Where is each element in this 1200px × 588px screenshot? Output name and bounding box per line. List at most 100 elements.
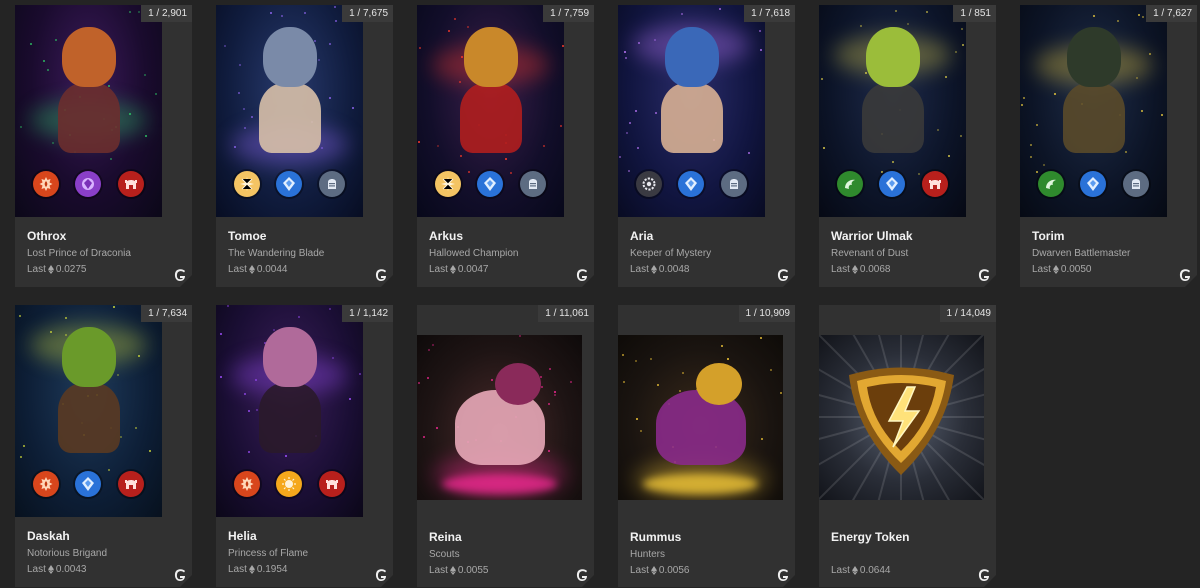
sparkle xyxy=(149,450,151,452)
sparkle xyxy=(519,335,521,337)
sparkle xyxy=(20,456,22,458)
sparkle xyxy=(19,315,21,317)
collectible-card[interactable]: 1 / 2,901 Othrox Lost Prince of Draconia La… xyxy=(15,5,192,287)
collectible-card[interactable]: 1 / 10,909 Rummus Hunters Last 0.0056 xyxy=(618,305,795,587)
card-subtitle: Notorious Brigand xyxy=(27,548,108,559)
last-price: 0.0068 xyxy=(859,264,891,275)
collectible-card[interactable]: 1 / 7,675 Tomoe The Wandering Blade Last 0.0… xyxy=(216,5,393,287)
last-price: 0.0048 xyxy=(658,264,690,275)
sparkle xyxy=(560,125,562,127)
sparkle xyxy=(948,155,950,157)
sparkle xyxy=(243,108,245,110)
character-head xyxy=(62,327,116,387)
card-name: Othrox xyxy=(27,229,67,243)
diamond-icon xyxy=(75,471,101,497)
diamond-icon xyxy=(1080,171,1106,197)
sparkle xyxy=(624,51,626,53)
last-sale: Last 0.1954 xyxy=(228,564,383,575)
collectible-card[interactable]: 1 / 14,049 Energy Token Last 0.0644 xyxy=(819,305,996,587)
last-price: 0.0275 xyxy=(55,264,87,275)
card-info: Warrior Ulmak Revenant of Dust Last 0.0068 xyxy=(831,229,986,275)
sparkle xyxy=(437,145,439,147)
sparkle xyxy=(314,40,316,42)
character-head xyxy=(1067,27,1121,87)
helmet-red-icon xyxy=(922,171,948,197)
sparkle xyxy=(329,97,331,99)
sparkle xyxy=(329,308,331,310)
sparkle xyxy=(248,410,250,412)
sparkle xyxy=(635,360,637,362)
collectible-card[interactable]: 1 / 7,618 Aria Keeper of Mystery Last 0.0048 xyxy=(618,5,795,287)
character-head xyxy=(866,27,920,87)
gods-unchained-logo-icon xyxy=(775,267,791,283)
collectible-card[interactable]: 1 / 11,061 Reina Scouts Last 0.0055 xyxy=(417,305,594,587)
last-label: Last xyxy=(630,264,649,275)
card-subtitle: The Wandering Blade xyxy=(228,248,325,259)
sparkle xyxy=(65,317,67,319)
affinity-row xyxy=(15,171,162,197)
sparkle xyxy=(238,92,240,94)
card-artwork xyxy=(417,5,564,217)
sparkle xyxy=(650,358,652,360)
collectible-card[interactable]: 1 / 7,627 Torim Dwarven Battlemaster Last 0.… xyxy=(1020,5,1197,287)
sparkle xyxy=(359,373,361,375)
sparkle xyxy=(244,127,246,129)
sparkle xyxy=(239,64,241,66)
character-head xyxy=(263,27,317,87)
last-sale: Last 0.0047 xyxy=(429,264,584,275)
sparkle xyxy=(719,8,721,10)
sparkle xyxy=(821,78,823,80)
collectible-card[interactable]: 1 / 7,759 Arkus Hallowed Champion Last 0.004… xyxy=(417,5,594,287)
card-subtitle: Keeper of Mystery xyxy=(630,248,712,259)
knight-helmet-icon xyxy=(721,171,747,197)
floor-glow xyxy=(442,474,558,494)
collectible-card[interactable]: 1 / 1,142 Helia Princess of Flame Last 0.195… xyxy=(216,305,393,587)
sparkle xyxy=(304,12,306,14)
sparkle xyxy=(20,126,22,128)
sparkle xyxy=(926,11,928,13)
sparkle xyxy=(335,20,337,22)
sparkle xyxy=(1030,156,1032,158)
fire-icon xyxy=(33,471,59,497)
sparkle xyxy=(1138,14,1140,16)
helmet-red-icon xyxy=(319,471,345,497)
eth-icon xyxy=(852,265,858,274)
last-label: Last xyxy=(831,264,850,275)
card-name: Rummus xyxy=(630,530,682,544)
card-artwork xyxy=(618,5,765,217)
sparkle xyxy=(761,438,763,440)
card-name: Tomoe xyxy=(228,229,267,243)
sparkle xyxy=(52,142,54,144)
sparkle xyxy=(760,49,762,51)
collectible-card[interactable]: 1 / 851 Warrior Ulmak Revenant of Dust Last… xyxy=(819,5,996,287)
sparkle xyxy=(622,354,624,356)
sparkle xyxy=(770,369,772,371)
sparkle xyxy=(748,152,750,154)
sparkle xyxy=(418,382,420,384)
sparkle xyxy=(120,436,122,438)
card-subtitle: Dwarven Battlemaster xyxy=(1032,248,1131,259)
last-label: Last xyxy=(228,264,247,275)
sparkle xyxy=(626,132,628,134)
sparkle xyxy=(244,393,246,395)
card-artwork xyxy=(417,335,582,500)
sparkle xyxy=(548,403,550,405)
character-body xyxy=(259,83,321,153)
eth-icon xyxy=(651,265,657,274)
edition-badge: 1 / 7,627 xyxy=(1146,5,1197,22)
sparkle xyxy=(227,305,229,307)
card-info: Tomoe The Wandering Blade Last 0.0044 xyxy=(228,229,383,275)
gods-unchained-logo-icon xyxy=(976,567,992,583)
knight-helmet-icon xyxy=(319,171,345,197)
card-info: Energy Token Last 0.0644 xyxy=(831,530,986,576)
last-price: 0.0644 xyxy=(859,565,891,576)
sparkle xyxy=(1030,144,1032,146)
sparkle xyxy=(623,381,625,383)
card-artwork xyxy=(216,305,363,517)
eth-icon xyxy=(249,565,255,574)
sparkle xyxy=(1054,93,1056,95)
collectible-card[interactable]: 1 / 7,634 Daskah Notorious Brigand Last 0.00… xyxy=(15,305,192,587)
sparkle xyxy=(554,394,556,396)
card-name: Aria xyxy=(630,229,654,243)
sparkle xyxy=(47,69,49,71)
